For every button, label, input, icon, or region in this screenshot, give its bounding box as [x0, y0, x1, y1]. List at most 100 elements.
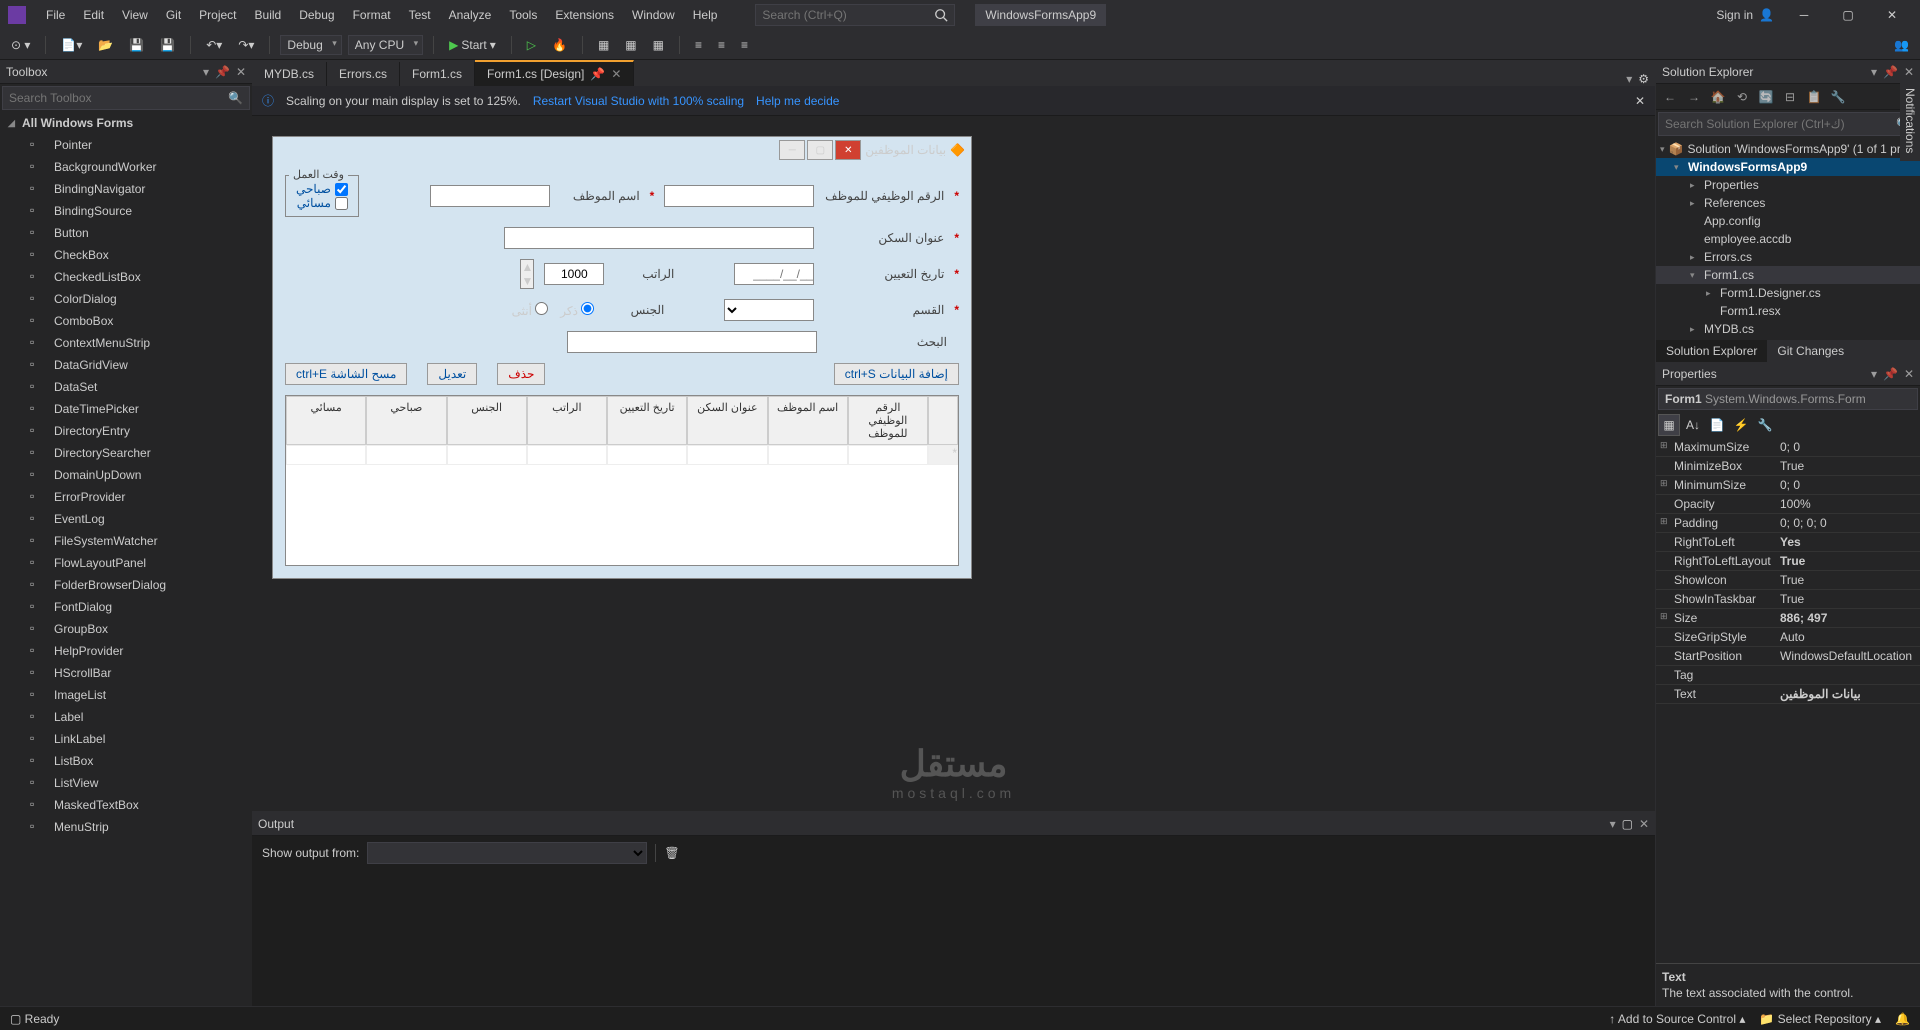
- property-row[interactable]: StartPositionWindowsDefaultLocation: [1656, 647, 1920, 666]
- close-icon[interactable]: ✕: [1904, 367, 1914, 381]
- toolbox-options-icon[interactable]: ▾: [203, 65, 209, 79]
- property-row[interactable]: MinimizeBoxTrue: [1656, 457, 1920, 476]
- property-row[interactable]: ⊞Size886; 497: [1656, 609, 1920, 628]
- grid-header-cell[interactable]: الرقم الوظيفي للموظف: [848, 396, 928, 445]
- global-search[interactable]: [755, 4, 955, 26]
- undo-button[interactable]: ↶▾: [201, 35, 227, 55]
- back-icon[interactable]: ←: [1660, 87, 1680, 107]
- tab-close-icon[interactable]: ✕: [611, 67, 621, 81]
- property-row[interactable]: ⊞MaximumSize0; 0: [1656, 438, 1920, 457]
- toolbox-item[interactable]: ▫HelpProvider: [0, 640, 252, 662]
- props-object-combo[interactable]: Form1 System.Windows.Forms.Form: [1658, 388, 1918, 410]
- home-icon[interactable]: 🏠: [1708, 87, 1728, 107]
- grid-header-cell[interactable]: صباحي: [366, 396, 446, 445]
- toolbox-item[interactable]: ▫ErrorProvider: [0, 486, 252, 508]
- toolbox-item[interactable]: ▫BindingSource: [0, 200, 252, 222]
- categorized-icon[interactable]: ▦: [1658, 414, 1680, 436]
- sol-search[interactable]: 🔍: [1658, 112, 1918, 136]
- start-without-debug-button[interactable]: ▷: [522, 35, 541, 55]
- show-all-icon[interactable]: 📋: [1804, 87, 1824, 107]
- sync-icon[interactable]: ⟲: [1732, 87, 1752, 107]
- search-input[interactable]: [762, 8, 934, 22]
- toolbox-item[interactable]: ▫ComboBox: [0, 310, 252, 332]
- toolbox-item[interactable]: ▫ContextMenuStrip: [0, 332, 252, 354]
- property-row[interactable]: RightToLeftYes: [1656, 533, 1920, 552]
- wrench-icon[interactable]: 🔧: [1754, 414, 1776, 436]
- toolbox-item[interactable]: ▫GroupBox: [0, 618, 252, 640]
- select-repository[interactable]: 📁 Select Repository ▴: [1759, 1012, 1881, 1026]
- tree-item[interactable]: ▾WindowsFormsApp9: [1656, 158, 1920, 176]
- minimize-button[interactable]: ─: [1784, 1, 1824, 29]
- toolbox-item[interactable]: ▫DirectorySearcher: [0, 442, 252, 464]
- grid-header-cell[interactable]: مسائي: [286, 396, 366, 445]
- toolbox-item[interactable]: ▫ImageList: [0, 684, 252, 706]
- grid-header-cell[interactable]: اسم الموظف: [768, 396, 848, 445]
- edit-button[interactable]: تعديل: [427, 363, 477, 385]
- hire-date-input[interactable]: [734, 263, 814, 285]
- property-row[interactable]: Tag: [1656, 666, 1920, 685]
- hot-reload-button[interactable]: 🔥: [547, 35, 572, 55]
- align-btn[interactable]: ≡: [690, 35, 707, 55]
- toolbox-item[interactable]: ▫FontDialog: [0, 596, 252, 618]
- emp-name-input[interactable]: [430, 185, 550, 207]
- toolbox-item[interactable]: ▫DirectoryEntry: [0, 420, 252, 442]
- help-decide-link[interactable]: Help me decide: [756, 94, 839, 108]
- toolbox-item[interactable]: ▫FileSystemWatcher: [0, 530, 252, 552]
- maximize-icon[interactable]: ▢: [1622, 817, 1633, 831]
- tree-item[interactable]: ▾Form1.cs: [1656, 266, 1920, 284]
- collapse-icon[interactable]: ⊟: [1780, 87, 1800, 107]
- sol-search-input[interactable]: [1665, 117, 1896, 131]
- toolbox-item[interactable]: ▫FlowLayoutPanel: [0, 552, 252, 574]
- document-tab[interactable]: Form1.cs: [400, 62, 475, 86]
- toolbox-item[interactable]: ▫ListBox: [0, 750, 252, 772]
- tree-item[interactable]: ▸Errors.cs: [1656, 248, 1920, 266]
- align-btn-2[interactable]: ≡: [713, 35, 730, 55]
- close-icon[interactable]: ✕: [236, 65, 246, 79]
- align-btn-3[interactable]: ≡: [736, 35, 753, 55]
- toolbox-item[interactable]: ▫EventLog: [0, 508, 252, 530]
- notifications-tab[interactable]: Notifications: [1900, 80, 1920, 161]
- infobar-close-icon[interactable]: ✕: [1635, 94, 1645, 108]
- restart-link[interactable]: Restart Visual Studio with 100% scaling: [533, 94, 744, 108]
- config-combo[interactable]: Debug: [280, 35, 341, 55]
- menu-git[interactable]: Git: [158, 4, 189, 26]
- events-icon[interactable]: ⚡: [1730, 414, 1752, 436]
- female-radio[interactable]: أنثى: [512, 302, 549, 318]
- emp-id-input[interactable]: [664, 185, 814, 207]
- document-tab[interactable]: Errors.cs: [327, 62, 400, 86]
- menu-format[interactable]: Format: [345, 4, 399, 26]
- property-row[interactable]: RightToLeftLayoutTrue: [1656, 552, 1920, 571]
- grid-header-cell[interactable]: عنوان السكن: [687, 396, 767, 445]
- toolbox-item[interactable]: ▫BindingNavigator: [0, 178, 252, 200]
- search-input[interactable]: [567, 331, 817, 353]
- close-icon[interactable]: ✕: [1904, 65, 1914, 79]
- toolbox-item[interactable]: ▫HScrollBar: [0, 662, 252, 684]
- back-button[interactable]: ⊙ ▾: [6, 35, 35, 55]
- tree-item[interactable]: ▸References: [1656, 194, 1920, 212]
- tree-item[interactable]: Form1.resx: [1656, 302, 1920, 320]
- toolbox-item[interactable]: ▫FolderBrowserDialog: [0, 574, 252, 596]
- toolbox-item[interactable]: ▫DomainUpDown: [0, 464, 252, 486]
- grid-header-cell[interactable]: تاريخ التعيين: [607, 396, 687, 445]
- menu-extensions[interactable]: Extensions: [547, 4, 622, 26]
- layout-btn-3[interactable]: ▦: [648, 35, 669, 55]
- toolbox-item[interactable]: ▫ListView: [0, 772, 252, 794]
- panel-tab[interactable]: Solution Explorer: [1656, 340, 1767, 362]
- pin-icon[interactable]: 📌: [215, 65, 230, 79]
- toolbox-item[interactable]: ▫Pointer: [0, 134, 252, 156]
- toolbox-item[interactable]: ▫DataSet: [0, 376, 252, 398]
- forward-icon[interactable]: →: [1684, 87, 1704, 107]
- property-row[interactable]: Opacity100%: [1656, 495, 1920, 514]
- add-button[interactable]: إضافة البيانات ctrl+S: [834, 363, 959, 385]
- refresh-icon[interactable]: 🔄: [1756, 87, 1776, 107]
- document-tab[interactable]: Form1.cs [Design]📌✕: [475, 60, 634, 86]
- output-options-icon[interactable]: ▾: [1610, 817, 1616, 831]
- property-row[interactable]: ⊞Padding0; 0; 0; 0: [1656, 514, 1920, 533]
- menu-file[interactable]: File: [38, 4, 73, 26]
- save-all-button[interactable]: 💾: [155, 35, 180, 55]
- spinner-icon[interactable]: ▲▼: [520, 259, 534, 289]
- save-button[interactable]: 💾: [124, 35, 149, 55]
- toolbox-item[interactable]: ▫BackgroundWorker: [0, 156, 252, 178]
- notifications-bell-icon[interactable]: 🔔: [1895, 1012, 1910, 1026]
- form-designer[interactable]: 🔶 بيانات الموظفين ─ ▢ ✕ *الرقم الوظيفي ل…: [252, 116, 1655, 811]
